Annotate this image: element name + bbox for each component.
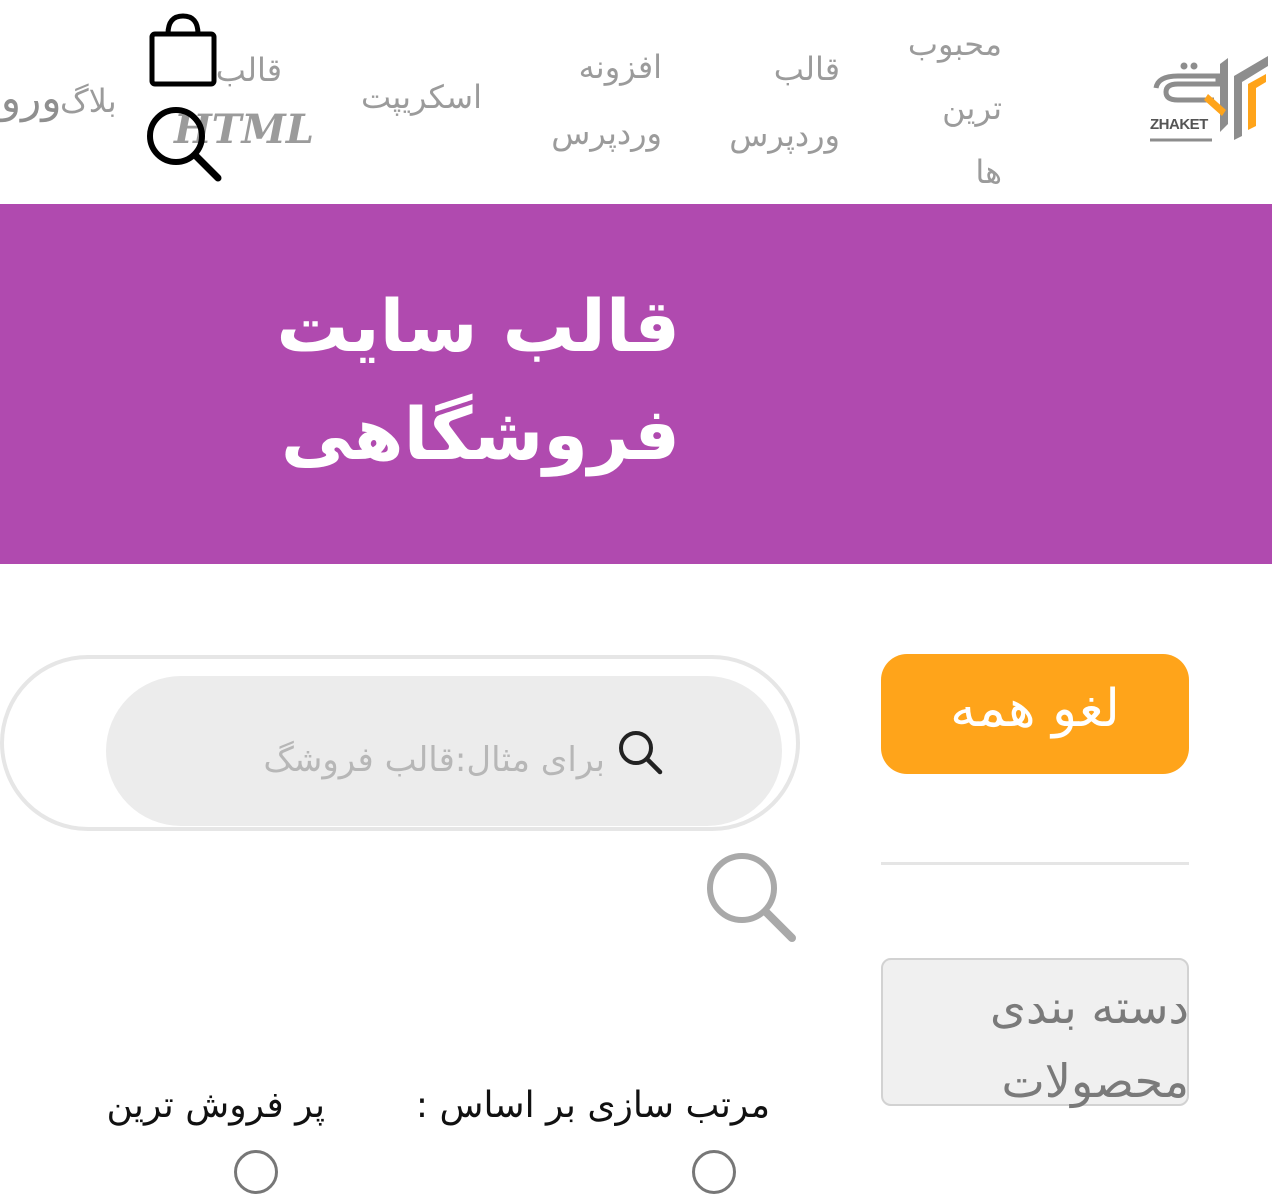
hero-title-line-2: فروشگاهی [280, 392, 680, 476]
nav-item-wordpress-plugin[interactable]: افزونه وردپرس [522, 34, 662, 166]
logo-text: ZHAKET [1150, 116, 1208, 133]
sort-option-indicator-icon[interactable] [234, 1150, 278, 1194]
filter-divider [881, 862, 1189, 865]
site-logo[interactable]: ZHAKET [1148, 54, 1272, 144]
search-placeholder: برای مثال:قالب فروشگ [263, 740, 605, 780]
nav-wp-plugin-line-2: وردپرس [551, 114, 662, 152]
nav-item-script[interactable]: اسکریپت [330, 72, 482, 122]
nav-wp-theme-line-1: قالب [773, 50, 840, 88]
nav-wp-plugin-line-1: افزونه [578, 48, 662, 86]
sort-option-indicator-icon[interactable] [692, 1150, 736, 1194]
nav-item-wordpress-theme[interactable]: قالب وردپرس [700, 36, 840, 168]
nav-popular-line-2: ترین [942, 89, 1002, 127]
nav-item-blog[interactable]: بلاگ [60, 76, 117, 126]
search-submit-icon[interactable] [704, 850, 800, 946]
search-icon[interactable] [144, 104, 226, 186]
nav-wp-theme-line-2: وردپرس [729, 116, 840, 154]
sort-by-label: مرتب سازی بر اساس : [415, 1085, 770, 1126]
hero-title: قالب سایت فروشگاهی [180, 272, 680, 488]
reset-all-button[interactable]: لغو همه [881, 654, 1189, 774]
search-input-icon [616, 728, 664, 776]
nav-popular-line-1: محبوب [907, 25, 1002, 63]
nav-item-popular[interactable]: محبوب ترین ها [890, 12, 1002, 204]
sort-by-select[interactable]: پر فروش ترین [80, 1085, 325, 1126]
shopping-bag-icon[interactable] [148, 12, 218, 88]
nav-popular-line-3: ها [975, 153, 1002, 191]
hero-title-line-1: قالب سایت [276, 284, 680, 368]
product-category-label: دسته بندی محصولات [989, 980, 1189, 1108]
nav-item-login[interactable]: ورود [0, 68, 62, 128]
